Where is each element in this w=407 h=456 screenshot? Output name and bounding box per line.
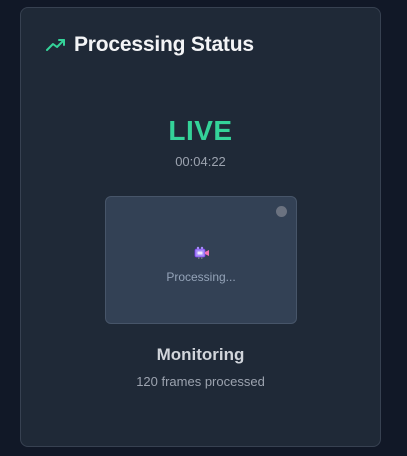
live-status-label: LIVE (168, 115, 233, 146)
card-header: Processing Status (46, 33, 254, 57)
processing-status-card: Processing Status LIVE 00:04:22 Processi… (20, 7, 381, 447)
recording-indicator-dot (276, 206, 287, 217)
card-title: Processing Status (74, 33, 254, 56)
video-camera-icon (194, 246, 209, 259)
trending-up-icon (46, 39, 65, 51)
frames-processed-count: 120 frames processed (136, 374, 265, 389)
elapsed-timer: 00:04:22 (175, 154, 226, 169)
preview-status-text: Processing... (166, 270, 236, 284)
video-preview: Processing... (105, 196, 297, 324)
mode-label: Monitoring (156, 345, 245, 364)
